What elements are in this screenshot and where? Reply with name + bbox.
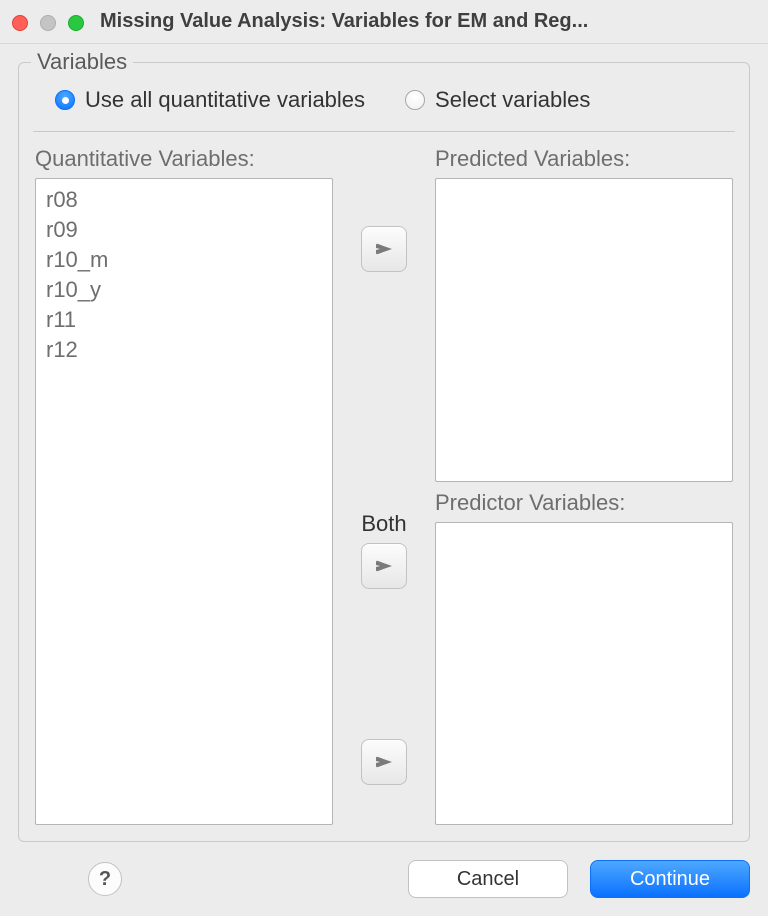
arrow-right-icon	[372, 750, 396, 774]
move-to-predictor-button[interactable]	[361, 739, 407, 785]
radio-indicator-icon	[405, 90, 425, 110]
use-all-radio[interactable]: Use all quantitative variables	[55, 87, 365, 113]
both-transfer-group: Both	[361, 511, 407, 785]
use-all-radio-label: Use all quantitative variables	[85, 87, 365, 113]
quantitative-variables-label: Quantitative Variables:	[35, 146, 333, 172]
transfer-buttons-column: Both	[341, 146, 427, 825]
predictor-variables-label: Predictor Variables:	[435, 490, 733, 516]
predictor-box: Predictor Variables:	[435, 490, 733, 826]
arrow-right-icon	[372, 237, 396, 261]
both-label: Both	[361, 511, 406, 537]
list-item[interactable]: r12	[46, 335, 322, 365]
move-to-both-button[interactable]	[361, 543, 407, 589]
list-item[interactable]: r08	[46, 185, 322, 215]
quantitative-variables-listbox[interactable]: r08r09r10_mr10_yr11r12	[35, 178, 333, 825]
variable-mode-radio-group: Use all quantitative variables Select va…	[35, 79, 733, 131]
traffic-lights	[12, 15, 84, 31]
divider	[33, 131, 735, 132]
select-variables-radio[interactable]: Select variables	[405, 87, 590, 113]
right-column: Predicted Variables: Predictor Variables…	[435, 146, 733, 825]
list-item[interactable]: r11	[46, 305, 322, 335]
minimize-window-button[interactable]	[40, 15, 56, 31]
continue-button[interactable]: Continue	[590, 860, 750, 898]
list-item[interactable]: r10_m	[46, 245, 322, 275]
zoom-window-button[interactable]	[68, 15, 84, 31]
arrow-right-icon	[372, 554, 396, 578]
dialog-content: Variables Use all quantitative variables…	[0, 44, 768, 916]
select-variables-radio-label: Select variables	[435, 87, 590, 113]
radio-indicator-checked-icon	[55, 90, 75, 110]
move-to-predicted-button[interactable]	[361, 226, 407, 272]
group-title: Variables	[31, 49, 133, 75]
quantitative-column: Quantitative Variables: r08r09r10_mr10_y…	[35, 146, 333, 825]
close-window-button[interactable]	[12, 15, 28, 31]
predictor-variables-listbox[interactable]	[435, 522, 733, 826]
cancel-button[interactable]: Cancel	[408, 860, 568, 898]
list-item[interactable]: r09	[46, 215, 322, 245]
predicted-variables-listbox[interactable]	[435, 178, 733, 482]
variables-group: Variables Use all quantitative variables…	[18, 62, 750, 842]
dialog-button-bar: ? Cancel Continue	[18, 842, 750, 898]
variable-panels: Quantitative Variables: r08r09r10_mr10_y…	[35, 146, 733, 825]
titlebar: Missing Value Analysis: Variables for EM…	[0, 0, 768, 44]
list-item[interactable]: r10_y	[46, 275, 322, 305]
predicted-box: Predicted Variables:	[435, 146, 733, 482]
help-button[interactable]: ?	[88, 862, 122, 896]
predicted-variables-label: Predicted Variables:	[435, 146, 733, 172]
window-title: Missing Value Analysis: Variables for EM…	[100, 10, 756, 33]
